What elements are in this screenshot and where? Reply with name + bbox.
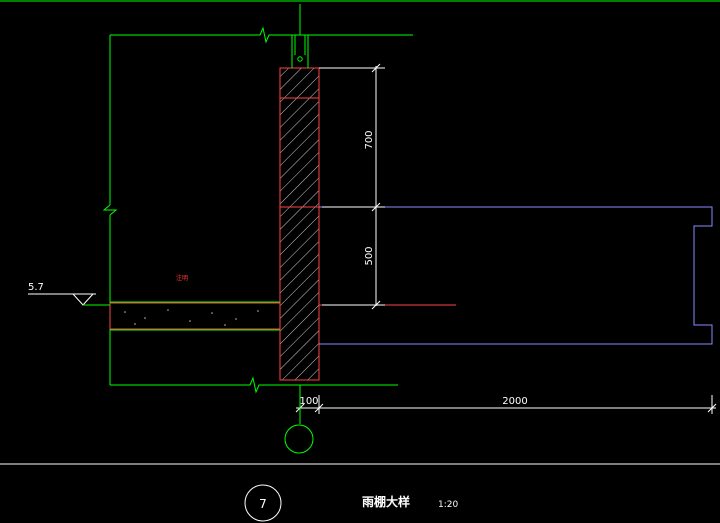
drawing-canvas: 700 500 100 2000 5.7 注明 7 雨棚大样 1:20: [0, 0, 720, 522]
dim-2000: 2000: [502, 396, 527, 407]
vertical-wall: [279, 67, 320, 381]
vertical-dimension: [319, 63, 385, 310]
room-note: 注明: [176, 274, 188, 282]
dim-700: 700: [364, 130, 375, 149]
detail-number: 7: [259, 497, 267, 511]
elevation-marker: [28, 293, 110, 306]
dim-100: 100: [299, 396, 318, 407]
wall-outline: [102, 26, 413, 394]
floor-slab: [109, 302, 281, 330]
dim-500: 500: [364, 246, 375, 265]
canopy: [319, 206, 713, 345]
top-opening: [291, 4, 309, 68]
detail-scale: 1:20: [438, 500, 458, 510]
detail-title: 雨棚大样: [362, 494, 410, 509]
axis-bubble: [284, 424, 314, 454]
elevation-label: 5.7: [28, 282, 44, 293]
